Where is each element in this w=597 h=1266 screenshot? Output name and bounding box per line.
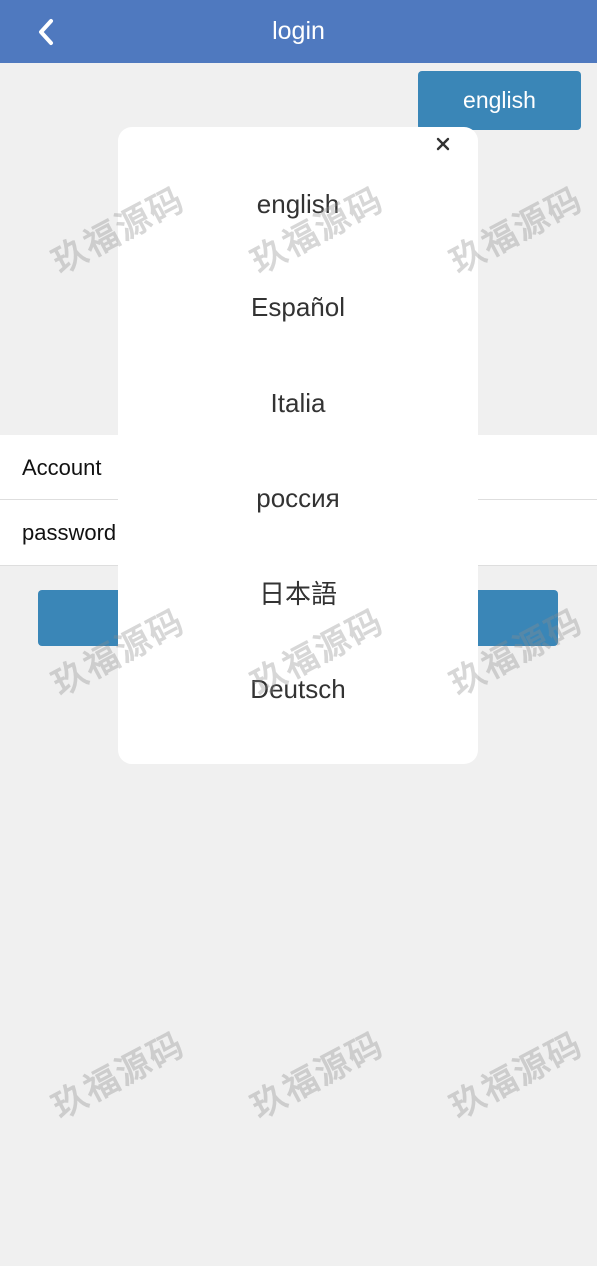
account-label: Account bbox=[22, 455, 102, 480]
language-option-spanish[interactable]: Español bbox=[118, 287, 478, 327]
watermark: 玖福源码 bbox=[45, 1024, 192, 1128]
watermark: 玖福源码 bbox=[244, 1024, 391, 1128]
language-select-button[interactable]: english bbox=[418, 71, 581, 130]
language-option-japanese[interactable]: 日本語 bbox=[118, 574, 478, 614]
language-option-german[interactable]: Deutsch bbox=[118, 669, 478, 709]
page-title: login bbox=[272, 17, 325, 45]
language-modal: english Español Italia россия 日本語 Deutsc… bbox=[118, 127, 478, 764]
close-icon bbox=[436, 137, 450, 156]
header-bar: login bbox=[0, 0, 597, 63]
watermark: 玖福源码 bbox=[443, 1024, 590, 1128]
language-option-russian[interactable]: россия bbox=[118, 478, 478, 518]
password-label: password bbox=[22, 520, 117, 545]
modal-close-button[interactable] bbox=[430, 133, 456, 159]
language-option-italian[interactable]: Italia bbox=[118, 383, 478, 423]
language-option-english[interactable]: english bbox=[118, 184, 478, 224]
